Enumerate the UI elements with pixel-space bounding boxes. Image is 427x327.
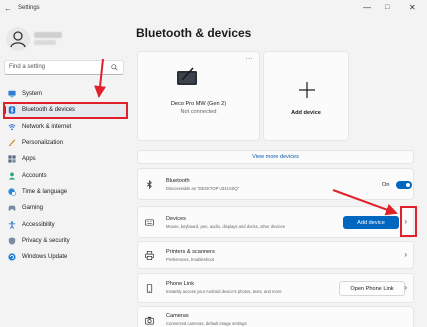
sidebar-item-privacy-security[interactable]: Privacy & security xyxy=(3,233,127,249)
add-device-card[interactable]: Add device xyxy=(263,51,349,141)
user-email-redacted xyxy=(34,40,56,45)
sidebar-item-system[interactable]: System xyxy=(3,86,127,102)
sidebar-item-accessibility[interactable]: Accessibility xyxy=(3,216,127,232)
devices-subtitle: Mouse, keyboard, pen, audio, displays an… xyxy=(166,224,285,229)
bluetooth-icon xyxy=(146,180,152,189)
sidebar-item-network[interactable]: Network & internet xyxy=(3,119,127,135)
bluetooth-row: Bluetooth Discoverable as "DESKTOP-J341S… xyxy=(137,168,414,200)
sidebar-item-label: Privacy & security xyxy=(22,237,70,244)
monitor-icon xyxy=(8,90,16,98)
bluetooth-toggle[interactable] xyxy=(396,181,412,189)
apps-icon xyxy=(8,155,16,163)
cameras-row[interactable]: Cameras Connected cameras, default image… xyxy=(137,306,414,327)
avatar[interactable] xyxy=(6,27,30,51)
bluetooth-toggle-label: On xyxy=(382,182,390,188)
sidebar-item-time-language[interactable]: Time & language xyxy=(3,184,127,200)
sidebar-item-label: Windows Update xyxy=(22,254,68,261)
search-input[interactable]: Find a setting xyxy=(4,60,124,75)
page-title: Bluetooth & devices xyxy=(136,26,252,40)
person-icon xyxy=(8,172,16,180)
devices-title: Devices xyxy=(166,216,186,222)
open-phone-link-button[interactable]: Open Phone Link xyxy=(339,281,405,296)
controller-icon xyxy=(8,205,16,211)
sidebar-item-gaming[interactable]: Gaming xyxy=(3,200,127,216)
printers-subtitle: Preferences, troubleshoot xyxy=(166,257,214,262)
more-options-icon[interactable]: ... xyxy=(246,54,253,61)
chevron-right-icon[interactable]: › xyxy=(404,250,407,259)
wifi-icon xyxy=(8,123,16,131)
title-bar: ← Settings — □ ✕ xyxy=(0,0,427,18)
back-arrow-icon[interactable]: ← xyxy=(4,4,12,13)
close-button[interactable]: ✕ xyxy=(409,3,416,13)
sidebar-item-label: Accessibility xyxy=(22,221,55,228)
sidebar-item-label: Personalization xyxy=(22,140,64,147)
chevron-right-icon[interactable]: › xyxy=(404,283,407,292)
maximize-button[interactable]: □ xyxy=(385,3,389,13)
sidebar-item-label: Network & internet xyxy=(22,123,72,130)
pen-tablet-icon xyxy=(177,67,197,85)
device-status: Not connected xyxy=(180,109,217,115)
sidebar-item-apps[interactable]: Apps xyxy=(3,151,127,167)
phone-link-row[interactable]: Phone Link Instantly access your Android… xyxy=(137,273,414,303)
sidebar-item-personalization[interactable]: Personalization xyxy=(3,135,127,151)
search-icon xyxy=(111,64,118,71)
shield-icon xyxy=(8,237,16,245)
phone-icon xyxy=(146,284,153,293)
bluetooth-title: Bluetooth xyxy=(166,178,190,184)
person-icon xyxy=(10,31,26,48)
update-icon xyxy=(8,253,16,261)
accessibility-icon xyxy=(8,220,16,229)
printers-title: Printers & scanners xyxy=(166,249,215,255)
bluetooth-subtitle: Discoverable as "DESKTOP-J341SSQ" xyxy=(166,186,240,191)
brush-icon xyxy=(9,139,16,147)
sidebar-item-label: Apps xyxy=(22,156,36,163)
minimize-button[interactable]: — xyxy=(363,3,371,13)
printer-icon xyxy=(145,251,154,260)
sidebar-item-accounts[interactable]: Accounts xyxy=(3,167,127,183)
sidebar-item-label: System xyxy=(22,91,43,98)
camera-icon xyxy=(145,316,154,325)
cameras-subtitle: Connected cameras, default image setting… xyxy=(166,321,247,326)
sidebar-item-windows-update[interactable]: Windows Update xyxy=(3,249,127,265)
device-name: Deco Pro MW (Gen 2) xyxy=(170,101,227,107)
search-placeholder: Find a setting xyxy=(9,64,46,70)
printers-row[interactable]: Printers & scanners Preferences, trouble… xyxy=(137,241,414,269)
sidebar-item-label: Gaming xyxy=(22,205,44,212)
device-card[interactable]: ... Deco Pro MW (Gen 2) Not connected xyxy=(137,51,260,141)
add-device-button[interactable]: Add device xyxy=(343,216,399,229)
user-name-redacted xyxy=(34,32,62,38)
view-more-devices-link[interactable]: View more devices xyxy=(137,150,414,164)
devices-row[interactable]: Devices Mouse, keyboard, pen, audio, dis… xyxy=(137,206,414,238)
cameras-title: Cameras xyxy=(166,313,189,319)
phone-link-subtitle: Instantly access your Android device's p… xyxy=(166,289,282,294)
globe-clock-icon xyxy=(8,188,16,196)
sidebar-item-label: Time & language xyxy=(22,188,68,195)
phone-link-title: Phone Link xyxy=(166,281,194,287)
highlight-box-bluetooth xyxy=(3,102,128,119)
plus-icon xyxy=(299,82,315,98)
keyboard-icon xyxy=(145,219,154,226)
highlight-box-chevron xyxy=(400,206,417,237)
sidebar-item-label: Accounts xyxy=(22,172,47,179)
window-title: Settings xyxy=(18,5,40,11)
add-device-label: Add device xyxy=(291,110,321,116)
